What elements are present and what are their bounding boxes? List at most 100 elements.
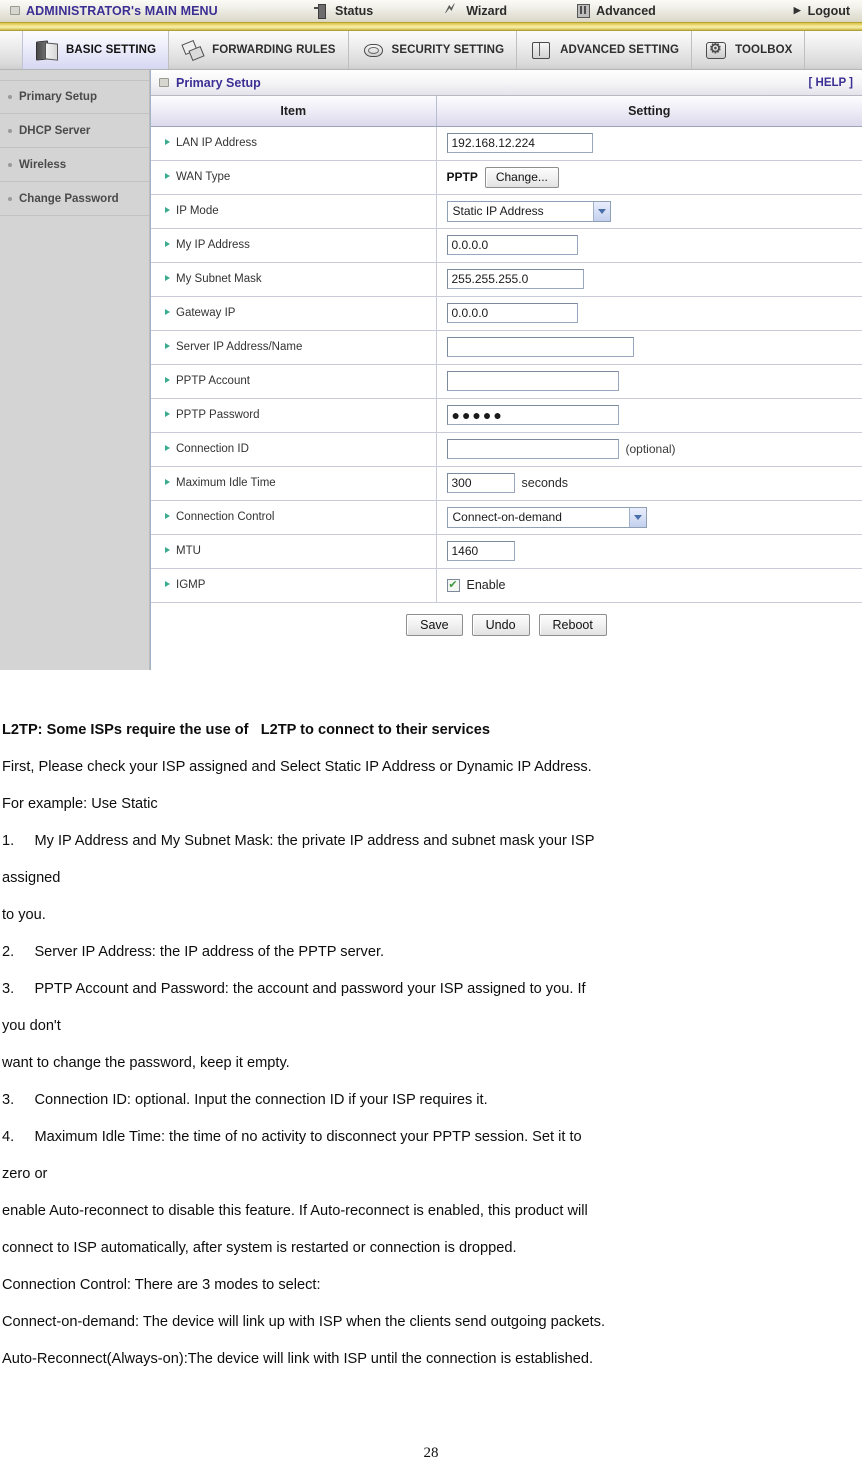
topmenu-logout[interactable]: ▶ Logout bbox=[794, 4, 850, 18]
bullet-triangle-icon bbox=[165, 309, 170, 315]
save-button[interactable]: Save bbox=[406, 613, 463, 636]
maximum-idle-time-input[interactable] bbox=[446, 473, 515, 493]
table-row: My IP Address bbox=[151, 228, 862, 263]
row-setting-my-subnet bbox=[436, 262, 862, 297]
admin-main-menu[interactable]: ADMINISTRATOR's MAIN MENU bbox=[0, 4, 290, 18]
connection-id-hint: (optional) bbox=[625, 442, 676, 456]
sidebar-item-dhcp-server[interactable]: DHCP Server bbox=[0, 114, 149, 148]
chevron-down-icon bbox=[628, 507, 646, 527]
tab-basic-setting-label: BASIC SETTING bbox=[66, 44, 157, 56]
sidebar-item-label: DHCP Server bbox=[19, 124, 91, 137]
row-label-text: My Subnet Mask bbox=[176, 273, 262, 285]
tab-advanced-setting[interactable]: ADVANCED SETTING bbox=[517, 31, 693, 69]
table-row: PPTP Password ●●●●● bbox=[151, 398, 862, 433]
tab-security-setting[interactable]: SECURITY SETTING bbox=[349, 31, 518, 69]
tab-basic-setting[interactable]: BASIC SETTING bbox=[22, 31, 170, 69]
tab-advanced-setting-label: ADVANCED SETTING bbox=[560, 44, 680, 56]
connection-id-input[interactable] bbox=[446, 439, 619, 459]
bullet-icon bbox=[8, 162, 12, 167]
row-setting-wan-type: PPTP Change... bbox=[436, 160, 862, 195]
mtu-input[interactable] bbox=[446, 541, 515, 561]
shield-hex-icon bbox=[361, 39, 385, 61]
doc-line: 3. Connection ID: optional. Input the co… bbox=[2, 1092, 488, 1108]
row-label-lan-ip: LAN IP Address bbox=[151, 126, 437, 161]
row-label-text: MTU bbox=[176, 545, 201, 557]
top-menu-bar: ADMINISTRATOR's MAIN MENU Status Wizard … bbox=[0, 0, 862, 22]
bullet-triangle-icon bbox=[165, 173, 170, 179]
reboot-button[interactable]: Reboot bbox=[538, 613, 607, 636]
row-label-server-ip: Server IP Address/Name bbox=[151, 330, 437, 365]
admin-main-menu-label: ADMINISTRATOR's MAIN MENU bbox=[26, 3, 218, 18]
lan-ip-address-input[interactable] bbox=[446, 133, 593, 153]
bullet-triangle-icon bbox=[165, 241, 170, 247]
undo-button[interactable]: Undo bbox=[471, 613, 530, 636]
table-row: WAN Type PPTP Change... bbox=[151, 160, 862, 195]
server-ip-address-input[interactable] bbox=[446, 337, 634, 357]
bullet-triangle-icon bbox=[165, 581, 170, 587]
tab-forwarding-rules-label: FORWARDING RULES bbox=[212, 44, 336, 56]
table-row: Gateway IP bbox=[151, 296, 862, 331]
table-row: Server IP Address/Name bbox=[151, 330, 862, 365]
row-label-text: Connection ID bbox=[176, 443, 249, 455]
bullet-triangle-icon bbox=[165, 343, 170, 349]
table-row: MTU bbox=[151, 534, 862, 569]
igmp-enable-checkbox[interactable] bbox=[446, 578, 460, 592]
primary-setup-table: Item Setting LAN IP Address 192.168.12.2… bbox=[151, 96, 862, 603]
row-label-text: PPTP Password bbox=[176, 409, 260, 421]
monitor-icon bbox=[159, 78, 169, 87]
pptp-password-input[interactable]: ●●●●● bbox=[446, 405, 619, 425]
row-label-mtu: MTU bbox=[151, 534, 437, 569]
row-label-max-idle: Maximum Idle Time bbox=[151, 466, 437, 501]
bullet-triangle-icon bbox=[165, 377, 170, 383]
sidebar-item-label: Wireless bbox=[19, 158, 67, 171]
help-link[interactable]: [ HELP ] bbox=[808, 77, 853, 89]
topmenu-wizard[interactable]: Wizard bbox=[445, 0, 507, 18]
ip-mode-select[interactable]: Static IP Address bbox=[446, 200, 611, 222]
tab-forwarding-rules[interactable]: FORWARDING RULES bbox=[169, 31, 349, 69]
sidebar-item-change-password[interactable]: Change Password bbox=[0, 182, 149, 216]
sidebar-item-label: Change Password bbox=[19, 192, 119, 205]
connection-control-select[interactable]: Connect-on-demand bbox=[446, 506, 647, 528]
row-setting-igmp: Enable bbox=[436, 568, 862, 603]
table-row: Maximum Idle Time seconds bbox=[151, 466, 862, 501]
row-label-text: My IP Address bbox=[176, 239, 250, 251]
pptp-account-input[interactable] bbox=[446, 371, 619, 391]
bullet-icon bbox=[8, 196, 12, 201]
book-icon bbox=[529, 39, 553, 61]
table-row: Connection Control Connect-on-demand bbox=[151, 500, 862, 535]
panel-header: Primary Setup [ HELP ] bbox=[151, 70, 862, 96]
chevron-right-icon: ▶ bbox=[793, 5, 801, 15]
row-label-connection-control: Connection Control bbox=[151, 500, 437, 535]
topmenu-advanced[interactable]: Advanced bbox=[575, 3, 656, 18]
sidebar-item-primary-setup[interactable]: Primary Setup bbox=[0, 80, 149, 114]
row-label-gateway-ip: Gateway IP bbox=[151, 296, 437, 331]
connection-control-selected-value: Connect-on-demand bbox=[452, 510, 562, 524]
row-label-text: Maximum Idle Time bbox=[176, 477, 276, 489]
maximum-idle-time-unit: seconds bbox=[521, 476, 569, 490]
content-area: Primary Setup DHCP Server Wireless Chang… bbox=[0, 70, 862, 670]
topmenu-status[interactable]: Status bbox=[314, 3, 373, 19]
row-setting-server-ip bbox=[436, 330, 862, 365]
table-row: LAN IP Address bbox=[151, 126, 862, 161]
wan-type-change-button[interactable]: Change... bbox=[484, 166, 559, 188]
row-setting-max-idle: seconds bbox=[436, 466, 862, 501]
gateway-ip-input[interactable] bbox=[446, 303, 578, 323]
tab-security-setting-label: SECURITY SETTING bbox=[391, 44, 505, 56]
row-label-text: Connection Control bbox=[176, 511, 275, 523]
doc-line: L2TP: Some ISPs require the use of L2TP … bbox=[2, 722, 490, 738]
row-setting-pptp-account bbox=[436, 364, 862, 399]
wan-type-value: PPTP bbox=[446, 170, 478, 184]
tab-toolbox[interactable]: TOOLBOX bbox=[692, 31, 806, 69]
doc-line: 3. PPTP Account and Password: the accoun… bbox=[2, 981, 586, 997]
column-header-setting: Setting bbox=[436, 96, 862, 127]
column-header-item: Item bbox=[151, 96, 437, 127]
sidebar-item-wireless[interactable]: Wireless bbox=[0, 148, 149, 182]
bullet-triangle-icon bbox=[165, 207, 170, 213]
doc-line: Auto-Reconnect(Always-on):The device wil… bbox=[2, 1351, 594, 1367]
my-ip-address-input[interactable] bbox=[446, 235, 578, 255]
ip-mode-selected-value: Static IP Address bbox=[452, 204, 544, 218]
gold-divider-band bbox=[0, 22, 862, 31]
row-label-text: IP Mode bbox=[176, 205, 219, 217]
row-setting-lan-ip bbox=[436, 126, 862, 161]
my-subnet-mask-input[interactable] bbox=[446, 269, 584, 289]
